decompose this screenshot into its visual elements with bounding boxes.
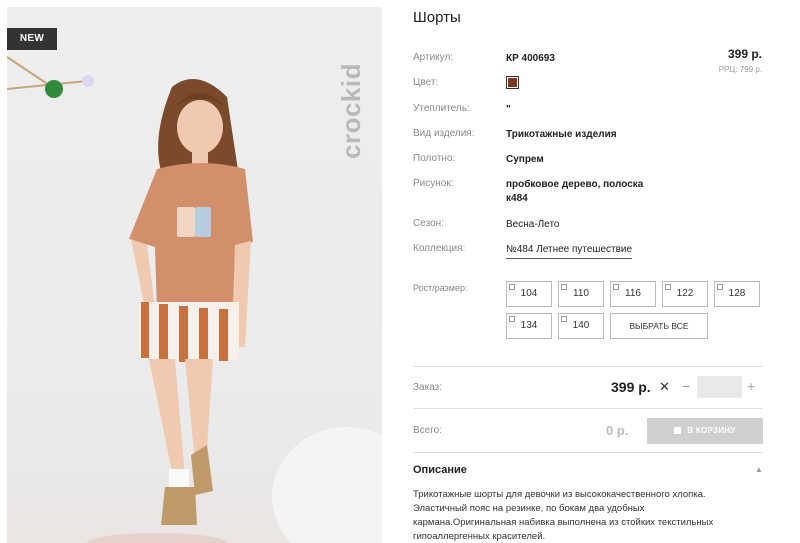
size-option[interactable]: 134 bbox=[506, 313, 552, 339]
order-price: 399 р. bbox=[611, 379, 651, 395]
attr-label: Цвет: bbox=[413, 77, 439, 88]
girl-illustration bbox=[7, 56, 382, 543]
attr-label: Полотно: bbox=[413, 153, 456, 164]
product-photo[interactable]: NEW crockid bbox=[7, 7, 382, 543]
times-icon: ✕ bbox=[659, 379, 670, 394]
attr-value: " bbox=[506, 104, 511, 115]
color-swatch[interactable] bbox=[506, 76, 519, 94]
size-option[interactable]: 128 bbox=[714, 281, 760, 307]
size-label: Рост/размер: bbox=[413, 283, 468, 293]
recommended-price: РРЦ: 799 р. bbox=[718, 65, 762, 74]
size-option[interactable]: 140 bbox=[558, 313, 604, 339]
attr-label: Артикул: bbox=[413, 52, 454, 63]
description-text: Трикотажные шорты для девочки из высокок… bbox=[413, 489, 714, 542]
quantity-plus-button[interactable]: + bbox=[747, 378, 755, 394]
attr-value: КР 400693 bbox=[506, 53, 555, 64]
attr-label: Коллекция: bbox=[413, 243, 466, 254]
attr-label: Сезон: bbox=[413, 218, 444, 229]
divider bbox=[413, 366, 763, 367]
chevron-up-icon[interactable]: ▲ bbox=[755, 465, 763, 474]
attr-value: Весна-Лето bbox=[506, 219, 560, 230]
divider bbox=[413, 452, 763, 453]
attr-label: Утеплитель: bbox=[413, 103, 470, 114]
total-price: 0 р. bbox=[606, 423, 629, 438]
new-badge: NEW bbox=[7, 28, 57, 50]
size-option[interactable]: 122 bbox=[662, 281, 708, 307]
size-option[interactable]: 104 bbox=[506, 281, 552, 307]
attr-label: Вид изделия: bbox=[413, 128, 475, 139]
divider bbox=[413, 408, 763, 409]
order-label: Заказ: bbox=[413, 382, 443, 393]
attr-value: к484 bbox=[506, 193, 528, 204]
attr-label: Рисунок: bbox=[413, 178, 454, 189]
product-title: Шорты bbox=[413, 9, 461, 26]
size-option[interactable]: 116 bbox=[610, 281, 656, 307]
total-label: Всего: bbox=[413, 425, 442, 436]
product-price: 399 р. bbox=[727, 47, 762, 61]
select-all-sizes-button[interactable]: ВЫБРАТЬ ВСЕ bbox=[610, 313, 708, 339]
quantity-minus-button[interactable]: − bbox=[682, 378, 690, 394]
add-to-cart-button[interactable]: В КОРЗИНУ bbox=[647, 418, 763, 444]
cart-icon bbox=[674, 427, 682, 434]
attr-value: Трикотажные изделия bbox=[506, 129, 617, 140]
quantity-input[interactable] bbox=[697, 376, 742, 398]
size-option[interactable]: 110 bbox=[558, 281, 604, 307]
collection-link[interactable]: №484 Летнее путешествие bbox=[506, 243, 633, 259]
attr-value: пробковое дерево, полоска bbox=[506, 179, 644, 190]
attr-value: Супрем bbox=[506, 154, 544, 165]
description-heading[interactable]: Описание bbox=[413, 464, 467, 476]
